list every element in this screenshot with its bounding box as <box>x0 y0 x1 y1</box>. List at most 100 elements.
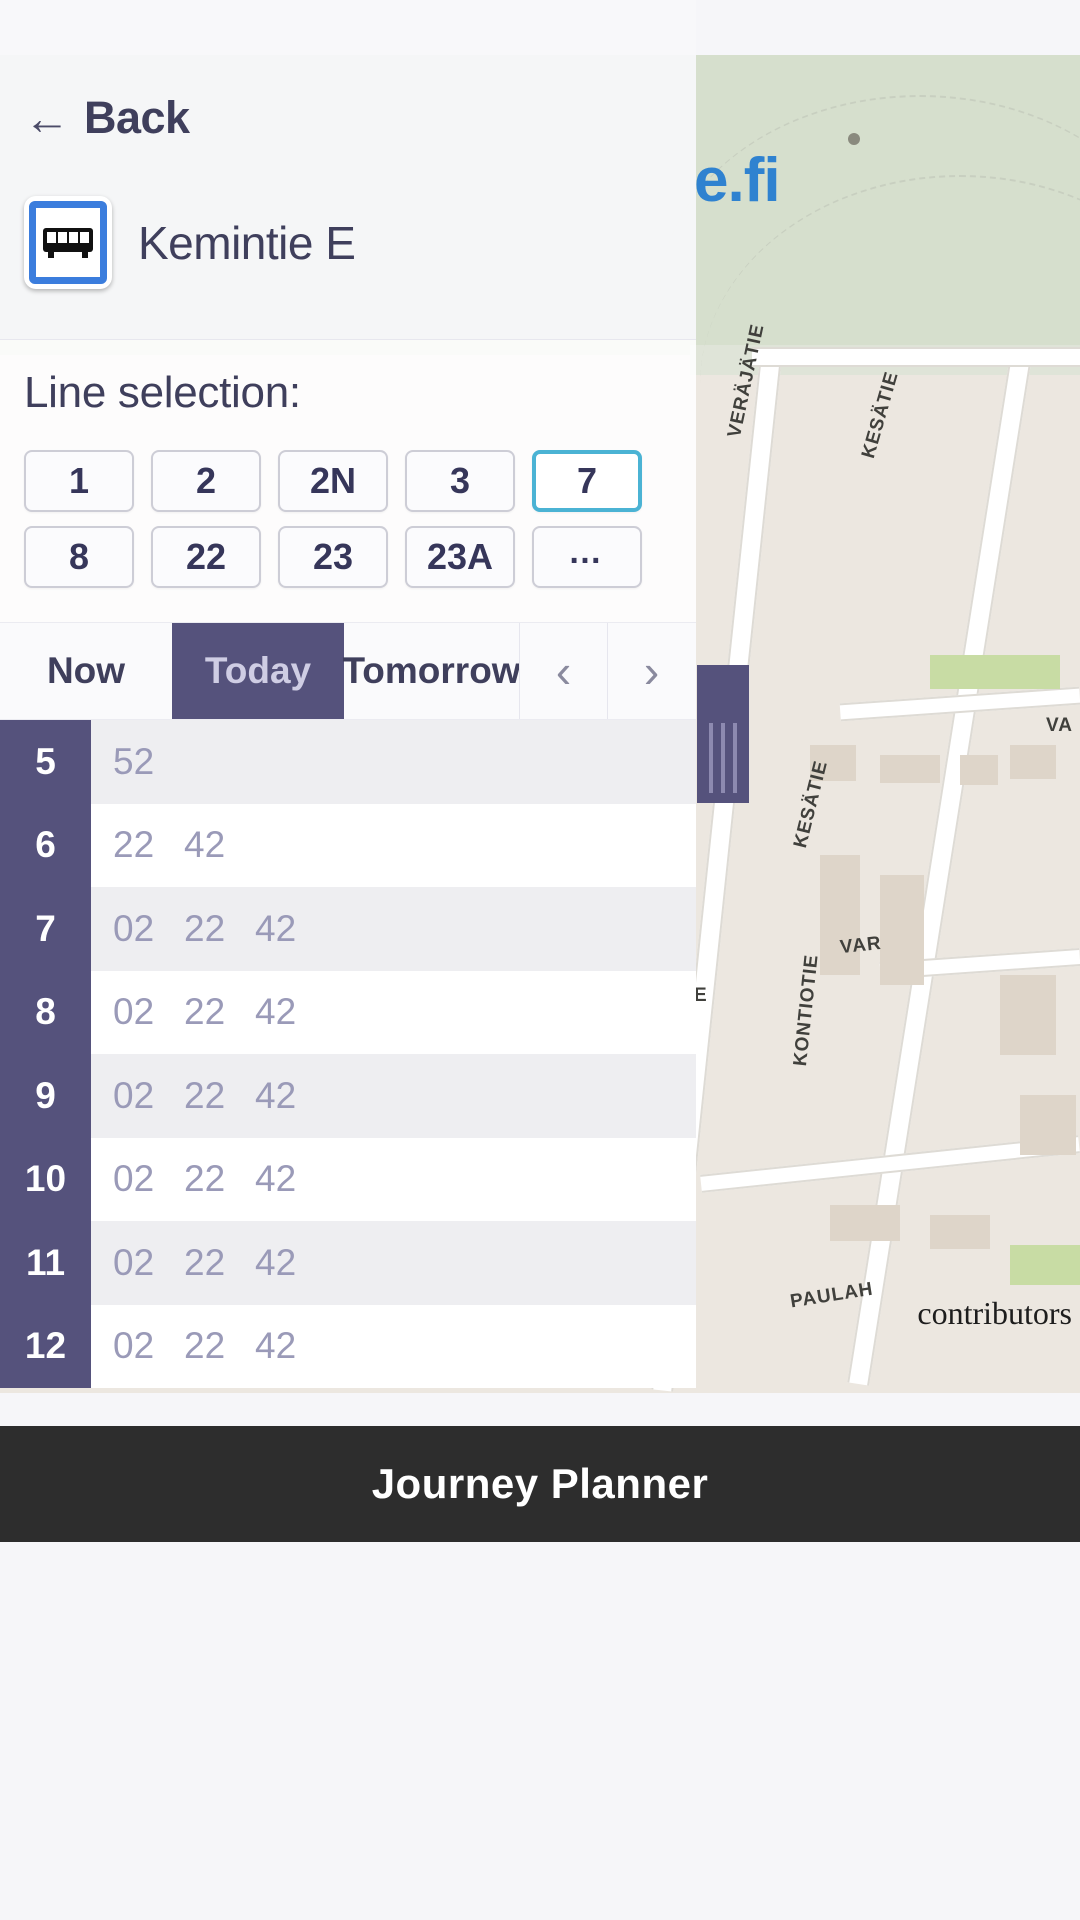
journey-planner-label: Journey Planner <box>371 1460 709 1507</box>
map-building <box>930 1215 990 1249</box>
tab-now[interactable]: Now <box>0 623 172 719</box>
minute-value: 42 <box>255 991 297 1033</box>
hour-cell: 12 <box>0 1304 91 1388</box>
table-row[interactable]: 12 02 22 42 <box>0 1304 696 1389</box>
map-label-kontiotie: KONTIOTIE <box>790 953 823 1068</box>
map-building <box>880 755 940 783</box>
arrow-left-icon: ← <box>24 92 70 144</box>
hour-cell: 6 <box>0 803 91 887</box>
table-row[interactable]: 7 02 22 42 <box>0 887 696 971</box>
minute-value: 42 <box>255 1158 297 1200</box>
line-button-row-2: 8 22 23 23A … <box>24 526 672 588</box>
minutes-cell: 02 22 42 <box>91 1054 696 1138</box>
map-building <box>1020 1095 1076 1155</box>
minute-value: 42 <box>255 1074 297 1116</box>
map-label-va: VA <box>1046 715 1073 736</box>
back-button[interactable]: ← Back <box>24 92 190 144</box>
line-button-8[interactable]: 8 <box>24 526 134 588</box>
hour-cell: 8 <box>0 970 91 1054</box>
minutes-cell: 02 22 42 <box>91 1305 696 1389</box>
map-building <box>1010 745 1056 779</box>
hour-cell: 10 <box>0 1137 91 1221</box>
minute-value: 52 <box>113 740 155 782</box>
minute-value: 02 <box>113 1325 155 1367</box>
tab-tomorrow[interactable]: Tomorrow <box>342 623 521 719</box>
line-button-2[interactable]: 2 <box>151 450 261 512</box>
minute-value: 02 <box>113 991 155 1033</box>
journey-planner-button[interactable]: Journey Planner <box>0 1426 1080 1542</box>
minute-value: 42 <box>255 1325 297 1367</box>
line-button-2n[interactable]: 2N <box>278 450 388 512</box>
day-tab-bar: Now Today Tomorrow ‹ › <box>0 622 696 720</box>
table-row[interactable]: 10 02 22 42 <box>0 1137 696 1222</box>
minute-value: 02 <box>113 1158 155 1200</box>
bus-glyph-icon <box>43 227 93 258</box>
minute-value: 42 <box>184 824 226 866</box>
hour-cell: 5 <box>0 720 91 804</box>
map-green-strip-2 <box>1010 1245 1080 1285</box>
table-row[interactable]: 6 22 42 <box>0 803 696 888</box>
minutes-cell: 02 22 42 <box>91 887 696 971</box>
page-title: Kemintie E <box>138 216 356 269</box>
map-building <box>880 875 924 985</box>
app-screen: e.fi VERÄJÄTIE KESÄTIE KESÄTIE VAR KONTI… <box>0 0 1080 1920</box>
map-building <box>830 1205 900 1241</box>
stop-detail-panel: ← Back Kemintie E Line selection: 1 2 2N… <box>0 0 696 1393</box>
line-selection-block: Line selection: 1 2 2N 3 7 8 22 23 23A … <box>0 340 696 622</box>
table-row[interactable]: 9 02 22 42 <box>0 1054 696 1138</box>
minute-value: 22 <box>184 907 226 949</box>
below-bar-area <box>0 1542 1080 1920</box>
hour-cell: 11 <box>0 1221 91 1305</box>
table-row[interactable]: 11 02 22 42 <box>0 1221 696 1305</box>
chevron-left-icon[interactable]: ‹ <box>519 623 607 719</box>
table-row[interactable]: 8 02 22 42 <box>0 970 696 1055</box>
map-road-cross-1 <box>752 347 1080 367</box>
line-button-3[interactable]: 3 <box>405 450 515 512</box>
line-button-more[interactable]: … <box>532 526 642 588</box>
departure-timetable[interactable]: 5 52 6 22 42 7 02 22 42 8 02 22 42 9 02 … <box>0 720 696 1393</box>
minute-value: 22 <box>184 991 226 1033</box>
minute-value: 22 <box>113 824 155 866</box>
table-row[interactable]: 5 52 <box>0 720 696 804</box>
bus-stop-icon <box>24 196 112 289</box>
hour-cell: 7 <box>0 887 91 971</box>
map-building <box>960 755 998 785</box>
map-poi-dot <box>848 133 860 145</box>
line-selection-label: Line selection: <box>24 368 301 417</box>
minutes-cell: 02 22 42 <box>91 971 696 1055</box>
panel-header: ← Back Kemintie E <box>0 0 696 340</box>
line-button-1[interactable]: 1 <box>24 450 134 512</box>
minute-value: 42 <box>255 907 297 949</box>
line-button-grid: 1 2 2N 3 7 8 22 23 23A … <box>24 450 672 602</box>
map-label-kesatie-2: KESÄTIE <box>790 758 832 851</box>
map-label-e: E <box>694 985 708 1006</box>
line-button-23[interactable]: 23 <box>278 526 388 588</box>
back-button-label: Back <box>84 92 190 143</box>
minute-value: 22 <box>184 1158 226 1200</box>
line-button-23a[interactable]: 23A <box>405 526 515 588</box>
map-attribution[interactable]: contributors <box>917 1295 1072 1332</box>
minute-value: 02 <box>113 1074 155 1116</box>
map-label-var: VAR <box>838 932 883 959</box>
minute-value: 22 <box>184 1074 226 1116</box>
minutes-cell: 02 22 42 <box>91 1221 696 1305</box>
hour-cell: 9 <box>0 1054 91 1138</box>
line-button-7[interactable]: 7 <box>532 450 642 512</box>
map-building <box>1000 975 1056 1055</box>
tab-today[interactable]: Today <box>172 623 344 719</box>
minute-value: 22 <box>184 1325 226 1367</box>
minutes-cell: 02 22 42 <box>91 1138 696 1222</box>
bottom-spacer <box>0 1393 1080 1426</box>
map-green-strip <box>930 655 1060 689</box>
line-button-22[interactable]: 22 <box>151 526 261 588</box>
map-watermark: e.fi <box>694 146 781 215</box>
minute-value: 42 <box>255 1241 297 1283</box>
minutes-cell: 52 <box>91 720 696 804</box>
minute-value: 22 <box>184 1241 226 1283</box>
minute-value: 02 <box>113 1241 155 1283</box>
map-vehicle-marker[interactable] <box>697 665 749 803</box>
minute-value: 02 <box>113 907 155 949</box>
chevron-right-icon[interactable]: › <box>607 623 695 719</box>
minutes-cell: 22 42 <box>91 804 696 888</box>
line-button-row-1: 1 2 2N 3 7 <box>24 450 672 512</box>
